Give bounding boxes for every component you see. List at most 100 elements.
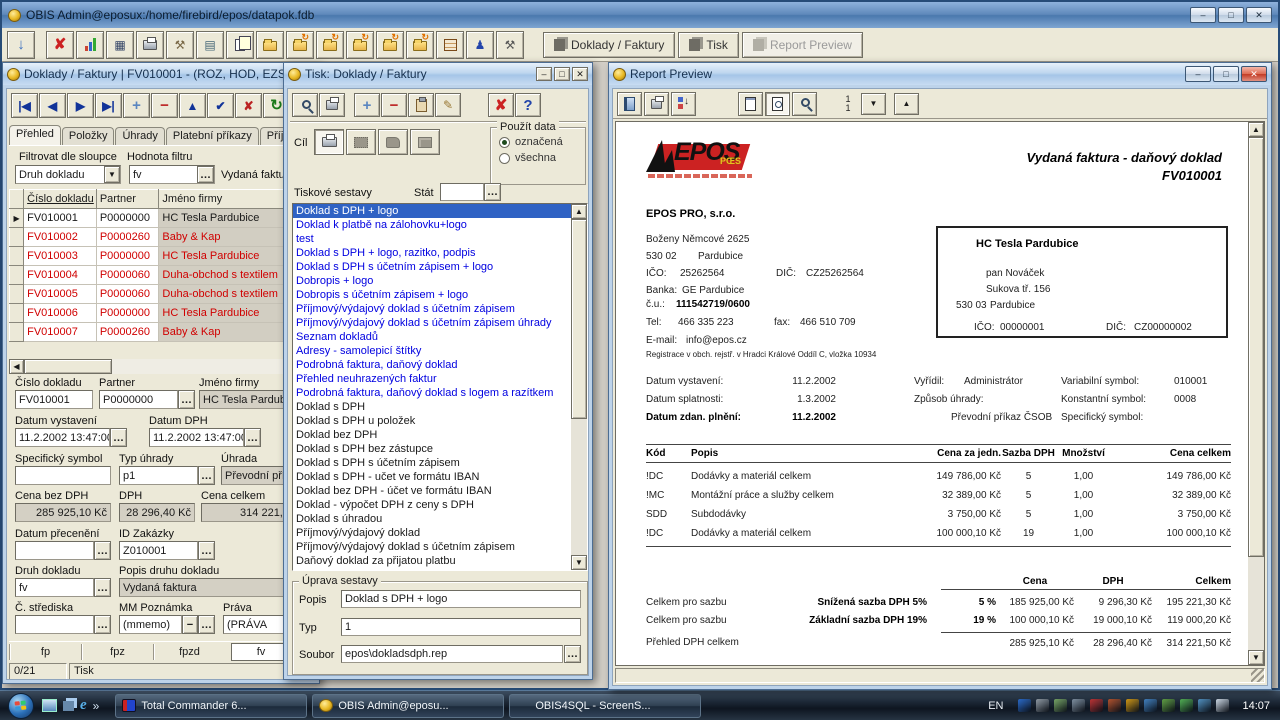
row-selector[interactable] (10, 304, 24, 323)
maximize-button[interactable] (1218, 7, 1244, 23)
chevron-down-icon[interactable] (104, 166, 120, 183)
remove-report-button[interactable]: − (381, 93, 407, 117)
lookup-button[interactable] (198, 466, 215, 485)
grid-column-header[interactable]: Číslo dokladu (24, 190, 97, 209)
taskbar-button[interactable]: OBIS4SQL - ScreenS... (509, 694, 701, 718)
restore-button[interactable] (554, 67, 570, 81)
zoom-button[interactable] (792, 92, 817, 116)
nav-doklady-faktury[interactable]: Doklady / Faktury (543, 32, 675, 58)
list-item[interactable]: Příjmový/výdajový doklad s účetním zápis… (293, 316, 571, 330)
close-button[interactable] (572, 67, 588, 81)
delete-button[interactable]: ✘ (46, 31, 74, 59)
lookup-button[interactable] (244, 428, 261, 447)
reports-scrollbar[interactable] (571, 204, 587, 570)
protocol-button[interactable]: ▤ (196, 31, 224, 59)
next-record-button[interactable]: ▶ (67, 93, 94, 118)
cancel-record-button[interactable]: ✘ (235, 93, 262, 118)
volume-icon[interactable] (1216, 699, 1229, 712)
type-button-fv[interactable]: fv (231, 643, 291, 661)
restore-r-button[interactable] (316, 31, 344, 59)
print-button[interactable] (319, 93, 345, 117)
grid-hscrollbar[interactable] (9, 359, 316, 374)
edit-record-button[interactable]: ▲ (179, 93, 206, 118)
stat-lookup-button[interactable] (484, 183, 501, 201)
table-row[interactable]: FV010002P0000260Baby & Kap (10, 228, 317, 247)
insert-record-button[interactable]: + (123, 93, 150, 118)
scroll-thumb[interactable] (571, 219, 587, 419)
preview-titlebar[interactable]: Report Preview (609, 63, 1271, 85)
field-datum-vystaven-[interactable]: 11.2.2002 13:47:00 (15, 428, 110, 447)
scroll-thumb[interactable] (1248, 137, 1264, 557)
display-settings-icon[interactable] (1054, 699, 1067, 712)
safely-remove-icon[interactable] (1162, 699, 1175, 712)
last-record-button[interactable]: ▶| (95, 93, 122, 118)
first-record-button[interactable]: |◀ (11, 93, 38, 118)
tisk-titlebar[interactable]: Tisk: Doklady / Faktury (284, 63, 592, 85)
tab-platebn-p-kazy[interactable]: Platební příkazy (166, 127, 259, 145)
tpm-icon[interactable] (1036, 699, 1049, 712)
clock[interactable]: 14:07 (1242, 700, 1270, 712)
row-selector[interactable] (10, 266, 24, 285)
list-item[interactable]: Podrobná faktura, daňový doklad (293, 358, 571, 372)
soubor-input[interactable]: epos\dokladsdph.rep (341, 645, 563, 663)
restore-u-button[interactable] (376, 31, 404, 59)
target-file-button[interactable] (378, 129, 408, 155)
preview-button[interactable] (292, 93, 318, 117)
scroll-down-button[interactable] (1248, 650, 1264, 665)
chevron-icon[interactable]: » (93, 699, 100, 713)
list-item[interactable]: Doklad s DPH + logo, razitko, podpis (293, 246, 571, 260)
export-button[interactable] (671, 92, 696, 116)
nav-report-preview[interactable]: Report Preview (742, 32, 863, 58)
security-alert-icon[interactable] (1090, 699, 1103, 712)
close-preview-button[interactable] (617, 92, 642, 116)
list-item[interactable]: Příjmový/výdajový doklad s účetním zápis… (293, 302, 571, 316)
paste-report-button[interactable] (408, 93, 434, 117)
typ-input[interactable]: 1 (341, 618, 581, 636)
volume-mixer-icon[interactable] (1108, 699, 1121, 712)
close-button[interactable]: ✘ (488, 93, 514, 117)
taskbar-button[interactable]: OBIS Admin@eposu... (312, 694, 504, 718)
field--st-ediska[interactable] (15, 615, 94, 634)
restore-p-button[interactable] (346, 31, 374, 59)
row-selector[interactable] (10, 323, 24, 342)
field-id-zak-zky[interactable]: Z010001 (119, 541, 198, 560)
reports-listbox[interactable]: Doklad s DPH + logoDoklad k platbě na zá… (292, 203, 588, 571)
doklady-titlebar[interactable]: Doklady / Faktury | FV010001 - (ROZ, HOD… (3, 63, 319, 85)
lookup-button[interactable] (110, 428, 127, 447)
preview-scrollbar[interactable] (1248, 122, 1264, 665)
tab-p-ehled[interactable]: Přehled (9, 125, 61, 145)
list-item[interactable]: Doklad s DPH u položek (293, 414, 571, 428)
list-item[interactable]: Příjmový/výdajový doklad (293, 526, 571, 540)
scroll-down-button[interactable] (571, 555, 587, 570)
lookup-button[interactable] (94, 615, 111, 634)
user-button[interactable]: ♟ (466, 31, 494, 59)
memo-collapse-button[interactable] (182, 615, 198, 634)
list-item[interactable]: Seznam dokladů (293, 330, 571, 344)
show-desktop-icon[interactable] (42, 699, 57, 712)
start-button[interactable] (8, 693, 34, 719)
edit-report-button[interactable]: ✎ (435, 93, 461, 117)
soubor-lookup-button[interactable] (564, 645, 581, 663)
tab--hrady[interactable]: Úhrady (115, 127, 164, 145)
scroll-up-button[interactable] (1248, 122, 1264, 137)
remote-desktop-icon[interactable] (1072, 699, 1085, 712)
row-selector[interactable] (10, 285, 24, 304)
radio-icon[interactable] (499, 153, 510, 164)
list-item[interactable]: Doklad bez DPH - účet ve formátu IBAN (293, 484, 571, 498)
target-preview-button[interactable] (346, 129, 376, 155)
list-item[interactable]: Doklad s DPH bez zástupce (293, 442, 571, 456)
list-item[interactable]: Doklad s DPH s účetním zápisem + logo (293, 260, 571, 274)
close-button[interactable] (1246, 7, 1272, 23)
list-item[interactable]: Daňový doklad za přijatou platbu (293, 554, 571, 568)
language-indicator[interactable]: EN (988, 700, 1003, 712)
restore-o-button[interactable] (286, 31, 314, 59)
type-button-fp[interactable]: fp (9, 644, 81, 660)
field-specifick-symbol[interactable] (15, 466, 111, 485)
documents-grid[interactable]: Číslo dokladuPartnerJméno firmy▶FV010001… (9, 189, 316, 342)
table-row[interactable]: FV010003P0000000HC Tesla Pardubice (10, 247, 317, 266)
row-selector[interactable] (10, 247, 24, 266)
list-item[interactable]: Doklad bez DPH (293, 428, 571, 442)
list-item[interactable]: Doklad s DPH + logo (293, 204, 571, 218)
internet-explorer-icon[interactable]: e (80, 697, 87, 714)
popis-input[interactable]: Doklad s DPH + logo (341, 590, 581, 608)
